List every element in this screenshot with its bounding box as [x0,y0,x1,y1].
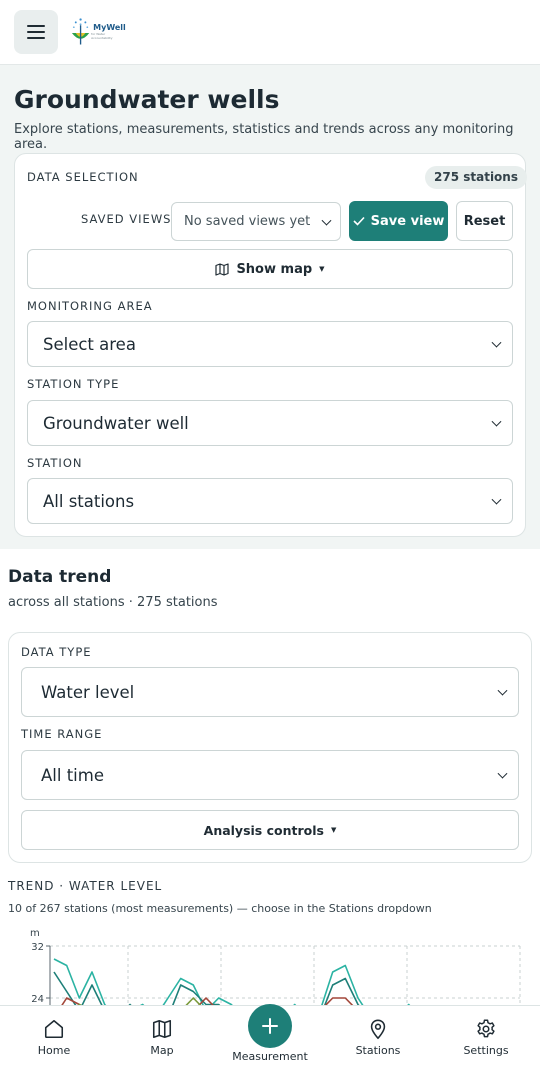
y-tick-label: 32 [31,942,44,953]
monitoring-area-select[interactable]: Select area [27,321,513,367]
saved-views-value: No saved views yet [184,214,311,229]
monitoring-area-value: Select area [43,334,136,354]
chevron-down-icon [491,494,502,505]
station-type-select[interactable]: Groundwater well [27,400,513,446]
time-range-value: All time [41,765,104,785]
page-title: Groundwater wells [14,85,280,114]
reset-button[interactable]: Reset [456,201,513,241]
check-icon [353,216,365,226]
station-type-value: Groundwater well [43,413,189,433]
data-type-select[interactable]: Water level [21,667,519,717]
station-type-label: STATION TYPE [27,377,120,391]
logo-text: MyWell [93,23,126,32]
trend-chart: m 32 24 [0,920,540,1006]
caret-down-icon: ▼ [330,826,337,834]
analysis-controls-label: Analysis controls [203,822,324,838]
menu-button[interactable] [14,10,58,54]
nav-settings-label: Settings [463,1044,509,1057]
series-line-1 [53,958,412,1006]
y-tick-label: 24 [31,994,44,1005]
nav-stations[interactable]: Stations [333,1018,423,1057]
time-range-label: TIME RANGE [21,727,103,741]
logo-subtext: for Water Accountability [91,32,113,40]
station-count-badge: 275 stations [425,166,527,189]
trend-chart-svg: m 32 24 [30,928,521,1006]
y-axis-unit-label: m [30,928,40,939]
well-logo-icon [71,18,90,45]
nav-home[interactable]: Home [9,1018,99,1057]
data-trend-title: Data trend [8,567,112,587]
chevron-down-icon [491,416,502,427]
nav-stations-label: Stations [355,1044,401,1057]
nav-settings[interactable]: Settings [441,1018,531,1057]
station-select[interactable]: All stations [27,478,513,524]
hamburger-icon [27,25,45,27]
chevron-down-icon [497,685,508,696]
gear-icon [477,1019,495,1038]
chevron-down-icon [321,215,332,226]
saved-views-label: SAVED VIEWS [81,212,172,226]
nav-home-label: Home [37,1044,71,1057]
nav-map[interactable]: Map [117,1018,207,1057]
home-icon [44,1019,64,1039]
page-subtitle: Explore stations, measurements, statisti… [14,122,514,152]
nav-measurement-label: Measurement [232,1050,308,1063]
location-pin-icon [370,1019,386,1040]
add-measurement-button[interactable] [248,1004,292,1048]
saved-views-select[interactable]: No saved views yet [171,202,341,241]
data-type-label: DATA TYPE [21,645,92,659]
time-range-select[interactable]: All time [21,750,519,800]
data-type-value: Water level [41,682,135,702]
chart-title: TREND · WATER LEVEL [8,879,163,893]
app-header: MyWell for Water Accountability [0,0,540,65]
chevron-down-icon [497,768,508,779]
chart-subtitle: 10 of 267 stations (most measurements) —… [8,902,432,915]
caret-down-icon: ▼ [319,265,325,273]
series-line-2 [53,971,361,1006]
analysis-controls-button[interactable]: Analysis controls ▼ [21,810,519,850]
data-trend-subtitle: across all stations · 275 stations [8,595,218,610]
save-view-button[interactable]: Save view [349,201,448,241]
data-selection-heading: DATA SELECTION [27,170,139,184]
map-icon [215,262,230,276]
station-label: STATION [27,456,83,470]
app-logo: MyWell for Water Accountability [70,14,126,50]
map-icon [152,1019,172,1039]
monitoring-area-label: MONITORING AREA [27,299,153,313]
plus-icon [262,1018,278,1034]
save-view-label: Save view [370,213,445,229]
chevron-down-icon [491,337,502,348]
nav-map-label: Map [150,1044,174,1057]
show-map-button[interactable]: Show map ▼ [27,249,513,289]
show-map-label: Show map [236,261,313,277]
station-value: All stations [43,491,135,511]
